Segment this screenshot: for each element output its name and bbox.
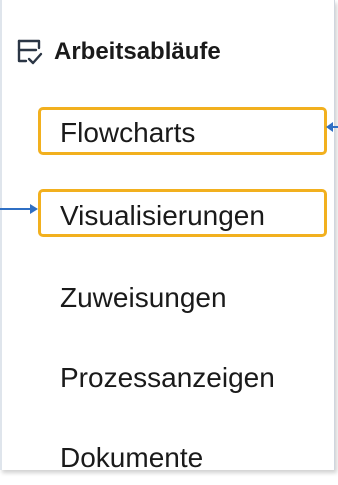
sidebar-item-zuweisungen[interactable]: Zuweisungen: [60, 281, 227, 315]
annotation-arrow-right: [0, 204, 38, 214]
highlight-box-flowcharts: [38, 107, 327, 155]
panel-left-edge: [0, 0, 2, 470]
section-title: Arbeitsabläufe: [54, 38, 221, 65]
highlight-box-visualisierungen: [38, 189, 327, 237]
annotation-arrow-left: [326, 122, 338, 132]
sidebar-item-dokumente[interactable]: Dokumente: [60, 441, 203, 475]
workflow-list-check-icon: [17, 39, 43, 65]
sidebar-section-header[interactable]: Arbeitsabläufe: [16, 34, 221, 70]
sidebar-item-prozessanzeigen[interactable]: Prozessanzeigen: [60, 361, 275, 395]
